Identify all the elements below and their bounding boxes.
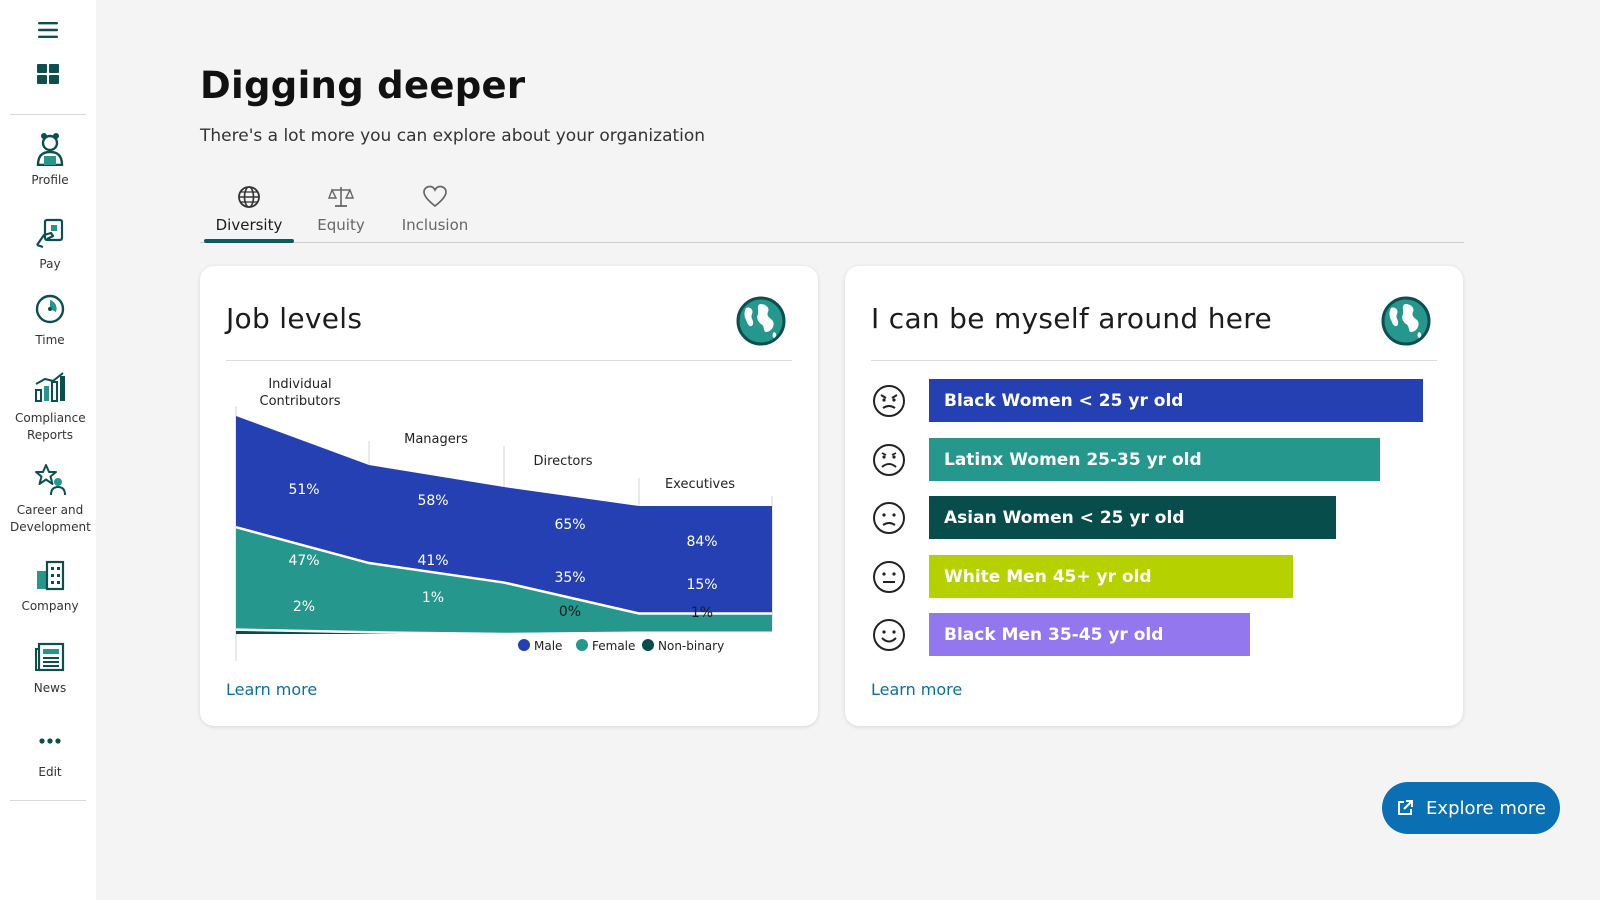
sidebar-divider xyxy=(10,114,86,115)
sentiment-bar: Latinx Women 25-35 yr old xyxy=(929,438,1380,481)
legend-swatch xyxy=(576,639,588,651)
sidebar-item-edit[interactable]: Edit xyxy=(0,724,100,781)
dashboard-grid-icon[interactable] xyxy=(36,62,60,86)
job-levels-title: Job levels xyxy=(226,302,363,335)
data-label: 65% xyxy=(554,517,585,533)
sidebar-item-pay[interactable]: Pay xyxy=(0,216,100,273)
data-label: 84% xyxy=(686,534,717,550)
card-divider xyxy=(226,360,792,361)
sentiment-bar: Black Women < 25 yr old xyxy=(929,379,1423,422)
category-label: Executives xyxy=(665,477,735,492)
chart-icon xyxy=(33,370,67,404)
sidebar-item-profile[interactable]: Profile xyxy=(0,132,100,189)
sidebar-item-compliance-reports[interactable]: Compliance Reports xyxy=(0,370,100,444)
earth-icon xyxy=(736,296,786,346)
frown-face-icon xyxy=(873,501,905,534)
pay-icon xyxy=(33,216,67,250)
sidebar-item-career[interactable]: Career and Development xyxy=(0,462,100,536)
job-levels-card: Job levels Individual Contributors Manager… xyxy=(200,266,818,726)
bar-row: Asian Women < 25 yr old xyxy=(871,496,1336,539)
data-label: 1% xyxy=(691,605,713,621)
sidebar-divider-bottom xyxy=(10,800,86,801)
category-label: Individual Contributors xyxy=(260,377,341,409)
tab-diversity[interactable]: Diversity xyxy=(204,180,294,243)
learn-more-link[interactable]: Learn more xyxy=(226,680,317,699)
sentiment-bar: Black Men 35-45 yr old xyxy=(929,613,1250,656)
sad-face-icon xyxy=(873,443,905,476)
building-icon xyxy=(33,558,67,592)
more-dots-icon xyxy=(33,724,67,758)
bar-row: Black Men 35-45 yr old xyxy=(871,613,1250,656)
data-label: 41% xyxy=(417,553,448,569)
sidebar-item-time[interactable]: Time xyxy=(0,292,100,349)
learn-more-link[interactable]: Learn more xyxy=(871,680,962,699)
category-label: Directors xyxy=(534,454,593,469)
data-label: 15% xyxy=(686,577,717,593)
sidebar-item-news[interactable]: News xyxy=(0,640,100,697)
heart-icon xyxy=(423,185,447,208)
legend-label: Non-binary xyxy=(658,639,724,653)
card-divider xyxy=(871,360,1437,361)
explore-more-button[interactable]: Explore more xyxy=(1382,782,1560,834)
tab-equity[interactable]: Equity xyxy=(306,180,376,242)
legend-swatch xyxy=(642,639,654,651)
globe-icon xyxy=(238,186,260,208)
scale-icon xyxy=(328,187,354,207)
legend-swatch xyxy=(518,639,530,651)
page-subtitle: There's a lot more you can explore about… xyxy=(200,126,706,146)
page-title: Digging deeper xyxy=(200,64,526,107)
sentiment-bar: White Men 45+ yr old xyxy=(929,555,1293,598)
legend-label: Female xyxy=(592,639,635,653)
category-label: Managers xyxy=(404,432,468,447)
myself-title: I can be myself around here xyxy=(871,302,1273,335)
tab-bar: Diversity Equity Inclusion xyxy=(200,180,1464,243)
data-label: 58% xyxy=(417,493,448,509)
sentiment-bar: Asian Women < 25 yr old xyxy=(929,496,1336,539)
clock-icon xyxy=(33,292,67,326)
main-content: Digging deeper There's a lot more you ca… xyxy=(96,0,1600,900)
bar-row: Latinx Women 25-35 yr old xyxy=(871,438,1380,481)
newspaper-icon xyxy=(33,640,67,674)
neutral-face-icon xyxy=(873,560,905,593)
bar-row: Black Women < 25 yr old xyxy=(871,379,1423,422)
data-label: 2% xyxy=(293,599,315,615)
hamburger-menu-icon[interactable] xyxy=(36,18,60,42)
angry-face-icon xyxy=(873,384,905,417)
bar-row: White Men 45+ yr old xyxy=(871,555,1293,598)
legend-label: Male xyxy=(534,639,562,653)
data-label: 51% xyxy=(288,482,319,498)
star-person-icon xyxy=(33,462,67,496)
myself-card: I can be myself around here Black Women … xyxy=(845,266,1463,726)
data-label: 1% xyxy=(422,590,444,606)
data-label: 35% xyxy=(554,570,585,586)
external-link-icon xyxy=(1398,800,1414,815)
earth-icon xyxy=(1381,296,1431,346)
profile-icon xyxy=(33,132,67,166)
data-label: 47% xyxy=(288,553,319,569)
sidebar: Profile Pay Time Compliance Reports Care… xyxy=(0,0,96,900)
tab-inclusion[interactable]: Inclusion xyxy=(390,180,480,242)
sidebar-item-company[interactable]: Company xyxy=(0,558,100,615)
job-levels-chart: Individual Contributors Managers Directors E… xyxy=(235,377,773,661)
data-label: 0% xyxy=(559,604,581,620)
smile-face-icon xyxy=(873,618,905,651)
